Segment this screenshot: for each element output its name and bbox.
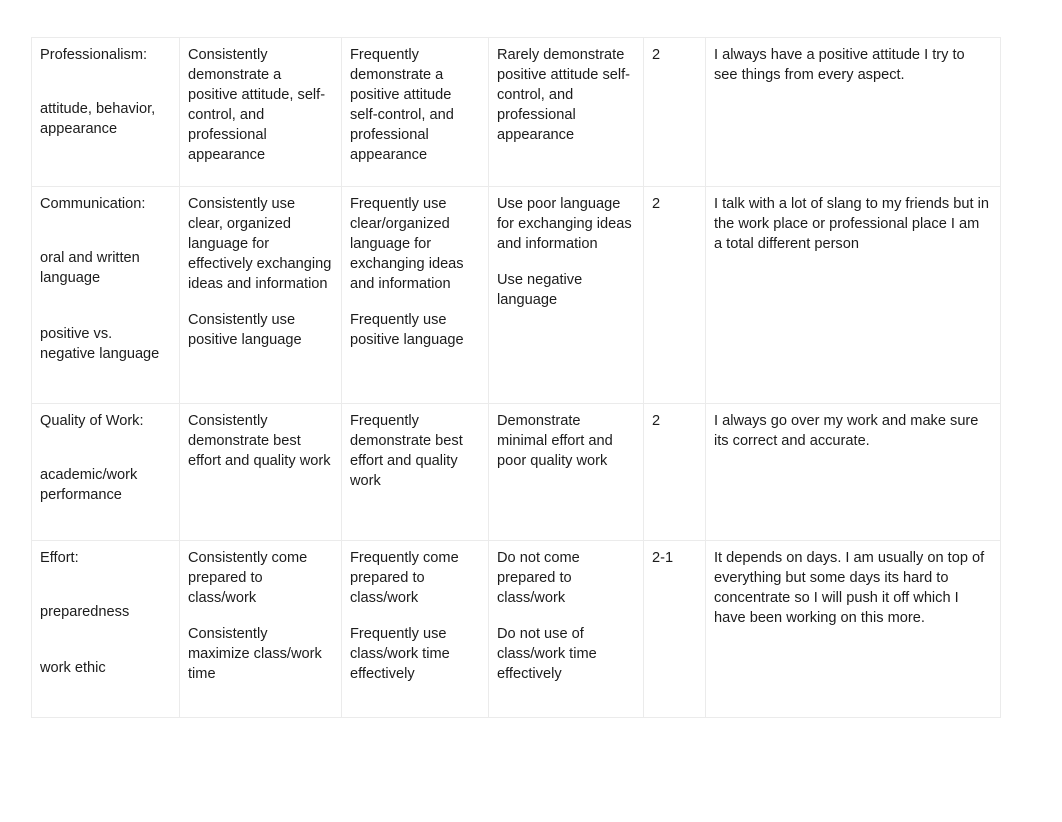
comment-value: I always have a positive attitude I try …: [714, 47, 965, 83]
descriptor-text: Frequently use class/work time effective…: [350, 625, 450, 682]
descriptor-text: Do not come prepared to class/work: [497, 550, 580, 606]
table-row: Effort: preparedness work ethic Consiste…: [31, 540, 1001, 718]
descriptor-text: Consistently demonstrate best effort and…: [188, 413, 331, 469]
comment-cell: I always go over my work and make sure i…: [705, 403, 1001, 541]
descriptor-text: Demonstrate minimal effort and poor qual…: [497, 413, 613, 469]
table-row: Communication: oral and written language…: [31, 186, 1001, 404]
criterion-cell: Professionalism: attitude, behavior, app…: [31, 37, 180, 187]
descriptor-text: Consistently come prepared to class/work: [188, 550, 308, 606]
level-exemplary-cell: Consistently demonstrate best effort and…: [179, 403, 342, 541]
level-exemplary-cell: Consistently use clear, organized langua…: [179, 186, 342, 404]
criterion-cell: Communication: oral and written language…: [31, 186, 180, 404]
descriptor-text: Rarely demonstrate positive attitude sel…: [497, 47, 631, 143]
descriptor-text: Consistently use positive language: [188, 311, 302, 348]
criterion-subtext: oral and written language: [40, 249, 140, 286]
score-value: 2: [652, 413, 661, 429]
score-value: 2: [652, 47, 661, 63]
table-row: Professionalism: attitude, behavior, app…: [31, 37, 1001, 187]
criterion-title: Professionalism:: [40, 47, 148, 63]
descriptor-text: Consistently use clear, organized langua…: [188, 196, 332, 292]
table-row: Quality of Work: academic/work performan…: [31, 403, 1001, 541]
criterion-cell: Effort: preparedness work ethic: [31, 540, 180, 718]
score-value: 2-1: [652, 550, 674, 566]
descriptor-text: Frequently come prepared to class/work: [350, 550, 459, 606]
comment-cell: It depends on days. I am usually on top …: [705, 540, 1001, 718]
score-cell: 2-1: [643, 540, 706, 718]
score-value: 2: [652, 196, 661, 212]
criterion-cell: Quality of Work: academic/work performan…: [31, 403, 180, 541]
criterion-subtext: preparedness: [40, 603, 130, 620]
criterion-title: Communication:: [40, 196, 146, 212]
criterion-title: Effort:: [40, 550, 79, 566]
level-proficient-cell: Frequently come prepared to class/work F…: [341, 540, 489, 718]
criterion-subtext: attitude, behavior, appearance: [40, 100, 156, 137]
descriptor-text: Frequently use clear/organized language …: [350, 196, 464, 292]
descriptor-text: Use poor language for exchanging ideas a…: [497, 196, 632, 252]
descriptor-text: Consistently demonstrate a positive atti…: [188, 47, 326, 163]
document-page: Professionalism: attitude, behavior, app…: [0, 0, 1062, 822]
descriptor-text: Frequently demonstrate best effort and q…: [350, 413, 463, 489]
rubric-table: Professionalism: attitude, behavior, app…: [31, 37, 1001, 718]
descriptor-text: Consistently maximize class/work time: [188, 625, 322, 682]
criterion-subtext: academic/work performance: [40, 466, 138, 503]
comment-value: I always go over my work and make sure i…: [714, 413, 979, 449]
level-proficient-cell: Frequently demonstrate best effort and q…: [341, 403, 489, 541]
level-proficient-cell: Frequently demonstrate a positive attitu…: [341, 37, 489, 187]
level-developing-cell: Rarely demonstrate positive attitude sel…: [488, 37, 644, 187]
comment-cell: I always have a positive attitude I try …: [705, 37, 1001, 187]
comment-cell: I talk with a lot of slang to my friends…: [705, 186, 1001, 404]
criterion-title: Quality of Work:: [40, 413, 144, 429]
level-developing-cell: Demonstrate minimal effort and poor qual…: [488, 403, 644, 541]
score-cell: 2: [643, 37, 706, 187]
descriptor-text: Frequently use positive language: [350, 311, 464, 348]
criterion-subtext-2: positive vs. negative language: [40, 325, 160, 362]
score-cell: 2: [643, 186, 706, 404]
level-developing-cell: Do not come prepared to class/work Do no…: [488, 540, 644, 718]
descriptor-text: Do not use of class/work time effectivel…: [497, 625, 597, 682]
level-developing-cell: Use poor language for exchanging ideas a…: [488, 186, 644, 404]
criterion-subtext-2: work ethic: [40, 659, 106, 676]
descriptor-text: Use negative language: [497, 271, 583, 308]
level-proficient-cell: Frequently use clear/organized language …: [341, 186, 489, 404]
level-exemplary-cell: Consistently come prepared to class/work…: [179, 540, 342, 718]
score-cell: 2: [643, 403, 706, 541]
comment-value: I talk with a lot of slang to my friends…: [714, 196, 989, 252]
comment-value: It depends on days. I am usually on top …: [714, 550, 985, 626]
level-exemplary-cell: Consistently demonstrate a positive atti…: [179, 37, 342, 187]
descriptor-text: Frequently demonstrate a positive attitu…: [350, 47, 454, 163]
